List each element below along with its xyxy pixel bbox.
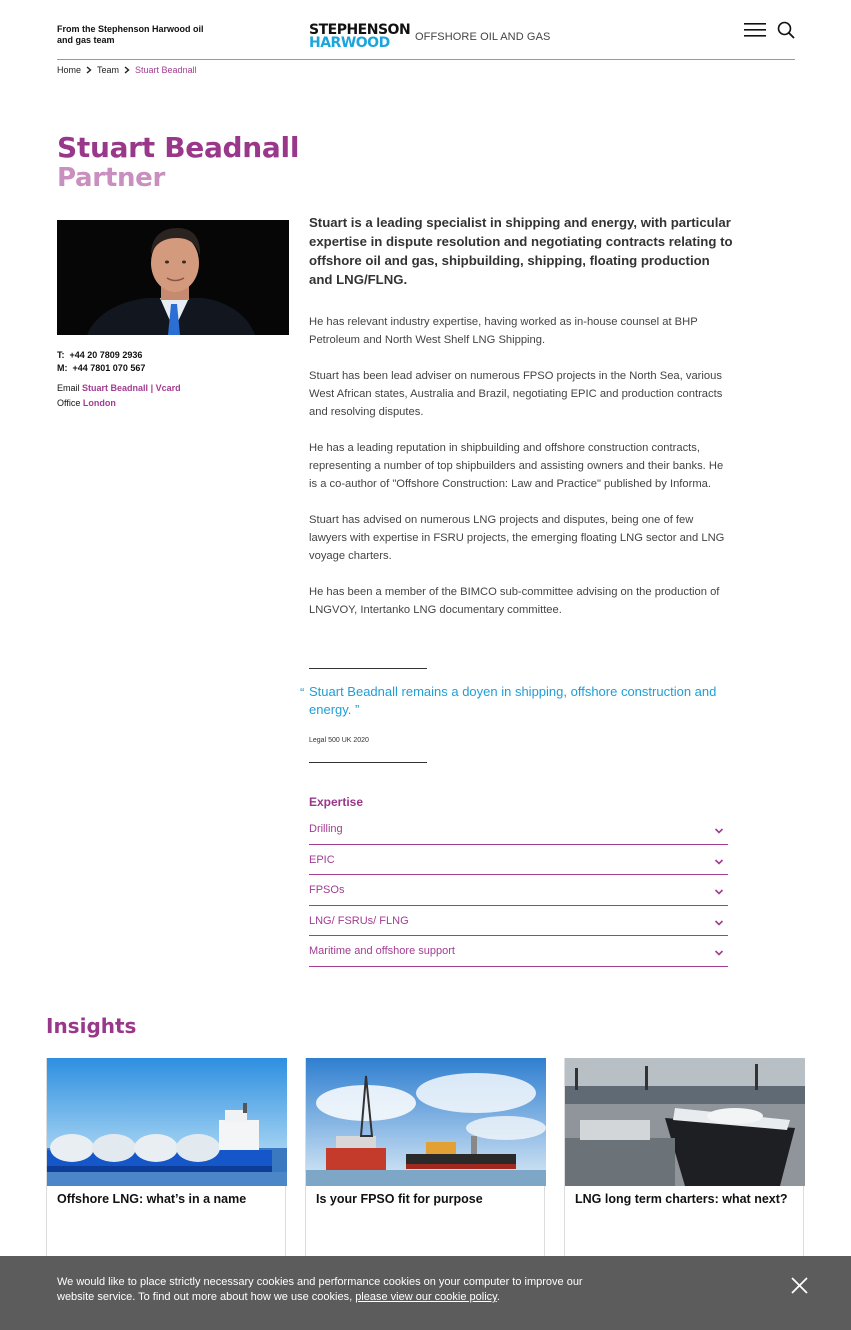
bio-paragraph: He has a leading reputation in shipbuild…: [309, 442, 724, 490]
chevron-right-icon: [86, 66, 92, 74]
expertise-item-maritime[interactable]: Maritime and offshore support: [309, 936, 728, 967]
office-label: Office: [57, 398, 81, 408]
breadcrumb-home[interactable]: Home: [57, 65, 81, 75]
phone-number[interactable]: +44 20 7809 2936: [70, 350, 143, 360]
mobile-number[interactable]: +44 7801 070 567: [73, 363, 146, 373]
insight-card-image: [47, 1058, 287, 1186]
email-link[interactable]: Stuart Beadnall: [82, 383, 148, 393]
bio-lead: Stuart is a leading specialist in shippi…: [309, 215, 733, 287]
profile-role: Partner: [57, 163, 166, 193]
expertise-title: Expertise: [309, 795, 364, 809]
cookie-policy-link[interactable]: please view our cookie policy: [355, 1291, 497, 1303]
chevron-down-icon: [714, 889, 724, 895]
search-icon[interactable]: [777, 21, 795, 39]
expertise-item-label: Drilling: [309, 823, 343, 835]
phone-label: T:: [57, 350, 65, 360]
logo-line-2: HARWOOD: [309, 35, 390, 51]
cookie-banner: We would like to place strictly necessar…: [0, 1256, 851, 1330]
breadcrumb-current: Stuart Beadnall: [135, 65, 197, 75]
office-row: Office London: [57, 396, 181, 411]
profile-photo: [57, 220, 289, 335]
chevron-down-icon: [714, 920, 724, 926]
bio-section: Stuart is a leading specialist in shippi…: [309, 213, 734, 619]
insight-card[interactable]: Offshore LNG: what’s in a name: [46, 1058, 287, 1268]
site-header: From the Stephenson Harwood oil and gas …: [57, 0, 795, 60]
vcard-link[interactable]: Vcard: [156, 383, 181, 393]
profile-name: Stuart Beadnall: [57, 131, 300, 164]
cookie-message: We would like to place strictly necessar…: [57, 1275, 617, 1305]
expertise-item-epic[interactable]: EPIC: [309, 845, 728, 876]
insight-card-title: Is your FPSO fit for purpose: [316, 1192, 483, 1206]
quote-divider-bottom: [309, 762, 427, 763]
contact-details: T: +44 20 7809 2936 M: +44 7801 070 567 …: [57, 349, 181, 411]
chevron-down-icon: [714, 859, 724, 865]
quote-source: Legal 500 UK 2020: [309, 737, 369, 744]
quote-open-mark: “: [300, 685, 305, 700]
header-tagline: From the Stephenson Harwood oil and gas …: [57, 24, 204, 45]
mobile-label: M:: [57, 363, 68, 373]
bio-paragraph: Stuart has been lead adviser on numerous…: [309, 370, 723, 418]
insight-card-image: [565, 1058, 805, 1186]
quote-divider-top: [309, 668, 427, 669]
expertise-item-label: Maritime and offshore support: [309, 945, 455, 958]
subbrand-label: OFFSHORE OIL AND GAS: [415, 31, 551, 43]
email-label: Email: [57, 383, 80, 393]
close-icon[interactable]: [791, 1277, 808, 1294]
office-link[interactable]: London: [83, 398, 116, 408]
email-row: Email Stuart Beadnall | Vcard: [57, 381, 181, 396]
hamburger-menu-icon[interactable]: [744, 23, 766, 37]
expertise-item-label: EPIC: [309, 853, 335, 866]
stephenson-harwood-logo[interactable]: STEPHENSON HARWOOD: [309, 23, 411, 51]
bio-paragraph: He has relevant industry expertise, havi…: [309, 316, 698, 346]
insight-card[interactable]: LNG long term charters: what next?: [564, 1058, 805, 1268]
expertise-item-drilling[interactable]: Drilling: [309, 814, 728, 845]
cookie-text: We would like to place strictly necessar…: [57, 1276, 583, 1303]
insight-card[interactable]: Is your FPSO fit for purpose: [305, 1058, 546, 1268]
bio-paragraph: Stuart has advised on numerous LNG proje…: [309, 514, 725, 562]
testimonial-quote: Stuart Beadnall remains a doyen in shipp…: [309, 684, 717, 717]
expertise-item-label: FPSOs: [309, 884, 345, 897]
breadcrumb-team[interactable]: Team: [97, 65, 119, 75]
mobile-row: M: +44 7801 070 567: [57, 362, 181, 375]
insight-card-title: Offshore LNG: what’s in a name: [57, 1192, 247, 1206]
link-separator: |: [150, 383, 154, 393]
cookie-text-end: .: [496, 1291, 500, 1303]
expertise-item-fpsos[interactable]: FPSOs: [309, 875, 728, 906]
breadcrumb: Home Team Stuart Beadnall: [57, 65, 197, 75]
expertise-item-label: LNG/ FSRUs/ FLNG: [309, 914, 409, 927]
bio-paragraph: He has been a member of the BIMCO sub-co…: [309, 586, 720, 616]
chevron-right-icon: [124, 66, 130, 74]
expertise-item-lng[interactable]: LNG/ FSRUs/ FLNG: [309, 906, 728, 937]
chevron-down-icon: [714, 828, 724, 834]
phone-row: T: +44 20 7809 2936: [57, 349, 181, 362]
insights-title: Insights: [46, 1014, 137, 1038]
insight-card-image: [306, 1058, 546, 1186]
insight-card-title: LNG long term charters: what next?: [575, 1192, 788, 1206]
chevron-down-icon: [714, 950, 724, 957]
expertise-accordion: Drilling EPIC FPSOs LNG/ FSRUs/ FLNG Mar…: [309, 814, 728, 967]
